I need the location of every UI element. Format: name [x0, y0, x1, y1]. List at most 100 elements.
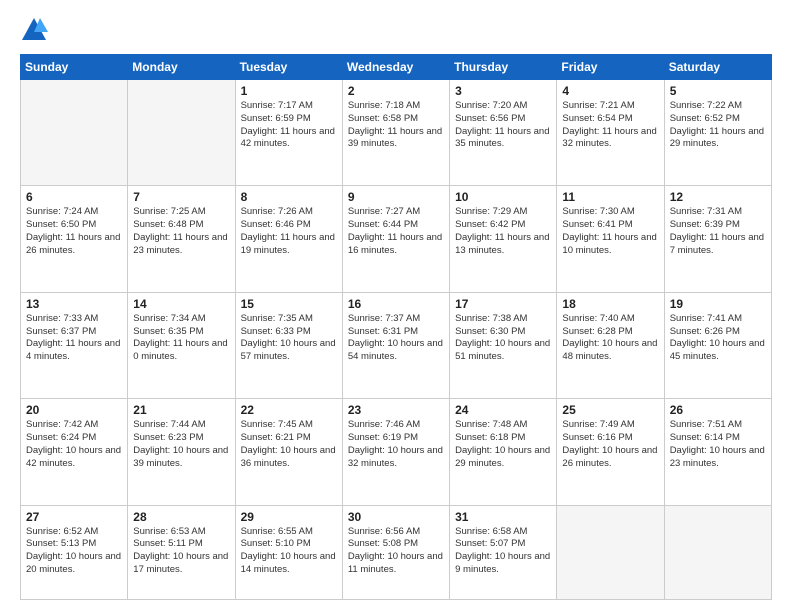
- cell-content: Sunrise: 7:51 AM Sunset: 6:14 PM Dayligh…: [670, 419, 766, 470]
- day-number: 7: [133, 190, 229, 204]
- calendar-cell: 16Sunrise: 7:37 AM Sunset: 6:31 PM Dayli…: [342, 292, 449, 398]
- cell-content: Sunrise: 7:35 AM Sunset: 6:33 PM Dayligh…: [241, 313, 337, 364]
- calendar-cell: 8 Sunrise: 7:26 AM Sunset: 6:46 PM Daylig…: [235, 186, 342, 292]
- day-number: 16: [348, 297, 444, 311]
- logo-icon: [20, 16, 48, 44]
- calendar-cell: 10 Sunrise: 7:29 AM Sunset: 6:42 PM Dayli…: [450, 186, 557, 292]
- calendar-cell: [21, 80, 128, 186]
- calendar-cell: [557, 505, 664, 599]
- calendar-week-1: 1 Sunrise: 7:17 AM Sunset: 6:59 PM Daylig…: [21, 80, 772, 186]
- header-cell-wednesday: Wednesday: [342, 55, 449, 80]
- calendar-cell: 24Sunrise: 7:48 AM Sunset: 6:18 PM Dayli…: [450, 399, 557, 505]
- cell-content: Sunrise: 7:27 AM Sunset: 6:44 PM Dayligh…: [348, 206, 444, 257]
- calendar-cell: 19 Sunrise: 7:41 AM Sunset: 6:26 PM Dayli…: [664, 292, 771, 398]
- calendar-cell: 17Sunrise: 7:38 AM Sunset: 6:30 PM Dayli…: [450, 292, 557, 398]
- cell-content: Sunrise: 7:42 AM Sunset: 6:24 PM Dayligh…: [26, 419, 122, 470]
- day-number: 18: [562, 297, 658, 311]
- calendar-week-3: 13 Sunrise: 7:33 AM Sunset: 6:37 PM Dayli…: [21, 292, 772, 398]
- day-number: 14: [133, 297, 229, 311]
- cell-content: Sunrise: 7:49 AM Sunset: 6:16 PM Dayligh…: [562, 419, 658, 470]
- cell-content: Sunrise: 6:55 AM Sunset: 5:10 PM Dayligh…: [241, 526, 337, 577]
- day-number: 10: [455, 190, 551, 204]
- cell-content: Sunrise: 7:31 AM Sunset: 6:39 PM Dayligh…: [670, 206, 766, 257]
- calendar-cell: 15 Sunrise: 7:35 AM Sunset: 6:33 PM Dayli…: [235, 292, 342, 398]
- calendar-cell: 21 Sunrise: 7:44 AM Sunset: 6:23 PM Dayli…: [128, 399, 235, 505]
- calendar-cell: 13 Sunrise: 7:33 AM Sunset: 6:37 PM Dayli…: [21, 292, 128, 398]
- day-number: 9: [348, 190, 444, 204]
- cell-content: Sunrise: 7:38 AM Sunset: 6:30 PM Dayligh…: [455, 313, 551, 364]
- calendar-cell: 18 Sunrise: 7:40 AM Sunset: 6:28 PM Dayli…: [557, 292, 664, 398]
- calendar-week-4: 20 Sunrise: 7:42 AM Sunset: 6:24 PM Dayli…: [21, 399, 772, 505]
- day-number: 22: [241, 403, 337, 417]
- day-number: 27: [26, 510, 122, 524]
- cell-content: Sunrise: 7:45 AM Sunset: 6:21 PM Dayligh…: [241, 419, 337, 470]
- cell-content: Sunrise: 6:56 AM Sunset: 5:08 PM Dayligh…: [348, 526, 444, 577]
- day-number: 2: [348, 84, 444, 98]
- day-number: 15: [241, 297, 337, 311]
- calendar-header: SundayMondayTuesdayWednesdayThursdayFrid…: [21, 55, 772, 80]
- calendar-cell: 14Sunrise: 7:34 AM Sunset: 6:35 PM Dayli…: [128, 292, 235, 398]
- day-number: 24: [455, 403, 551, 417]
- day-number: 31: [455, 510, 551, 524]
- day-number: 26: [670, 403, 766, 417]
- cell-content: Sunrise: 6:58 AM Sunset: 5:07 PM Dayligh…: [455, 526, 551, 577]
- day-number: 3: [455, 84, 551, 98]
- calendar-cell: 22 Sunrise: 7:45 AM Sunset: 6:21 PM Dayli…: [235, 399, 342, 505]
- calendar-cell: 4Sunrise: 7:21 AM Sunset: 6:54 PM Daylig…: [557, 80, 664, 186]
- page: SundayMondayTuesdayWednesdayThursdayFrid…: [0, 0, 792, 612]
- cell-content: Sunrise: 6:52 AM Sunset: 5:13 PM Dayligh…: [26, 526, 122, 577]
- header: [20, 16, 772, 44]
- header-cell-thursday: Thursday: [450, 55, 557, 80]
- calendar-cell: 25 Sunrise: 7:49 AM Sunset: 6:16 PM Dayli…: [557, 399, 664, 505]
- cell-content: Sunrise: 7:25 AM Sunset: 6:48 PM Dayligh…: [133, 206, 229, 257]
- calendar-cell: 26 Sunrise: 7:51 AM Sunset: 6:14 PM Dayli…: [664, 399, 771, 505]
- calendar-cell: 1 Sunrise: 7:17 AM Sunset: 6:59 PM Daylig…: [235, 80, 342, 186]
- cell-content: Sunrise: 7:17 AM Sunset: 6:59 PM Dayligh…: [241, 100, 337, 151]
- day-number: 29: [241, 510, 337, 524]
- header-cell-monday: Monday: [128, 55, 235, 80]
- day-number: 19: [670, 297, 766, 311]
- cell-content: Sunrise: 7:26 AM Sunset: 6:46 PM Dayligh…: [241, 206, 337, 257]
- day-number: 12: [670, 190, 766, 204]
- calendar-cell: 11 Sunrise: 7:30 AM Sunset: 6:41 PM Dayli…: [557, 186, 664, 292]
- calendar-body: 1 Sunrise: 7:17 AM Sunset: 6:59 PM Daylig…: [21, 80, 772, 600]
- day-number: 4: [562, 84, 658, 98]
- cell-content: Sunrise: 7:20 AM Sunset: 6:56 PM Dayligh…: [455, 100, 551, 151]
- header-cell-saturday: Saturday: [664, 55, 771, 80]
- header-cell-tuesday: Tuesday: [235, 55, 342, 80]
- calendar-cell: 5Sunrise: 7:22 AM Sunset: 6:52 PM Daylig…: [664, 80, 771, 186]
- calendar-week-2: 6Sunrise: 7:24 AM Sunset: 6:50 PM Daylig…: [21, 186, 772, 292]
- cell-content: Sunrise: 7:41 AM Sunset: 6:26 PM Dayligh…: [670, 313, 766, 364]
- cell-content: Sunrise: 7:18 AM Sunset: 6:58 PM Dayligh…: [348, 100, 444, 151]
- day-number: 6: [26, 190, 122, 204]
- cell-content: Sunrise: 7:29 AM Sunset: 6:42 PM Dayligh…: [455, 206, 551, 257]
- calendar-cell: 2 Sunrise: 7:18 AM Sunset: 6:58 PM Daylig…: [342, 80, 449, 186]
- calendar-table: SundayMondayTuesdayWednesdayThursdayFrid…: [20, 54, 772, 600]
- cell-content: Sunrise: 7:30 AM Sunset: 6:41 PM Dayligh…: [562, 206, 658, 257]
- cell-content: Sunrise: 7:44 AM Sunset: 6:23 PM Dayligh…: [133, 419, 229, 470]
- day-number: 1: [241, 84, 337, 98]
- calendar-cell: 12 Sunrise: 7:31 AM Sunset: 6:39 PM Dayli…: [664, 186, 771, 292]
- calendar-cell: 23Sunrise: 7:46 AM Sunset: 6:19 PM Dayli…: [342, 399, 449, 505]
- day-number: 5: [670, 84, 766, 98]
- calendar-cell: 27 Sunrise: 6:52 AM Sunset: 5:13 PM Dayli…: [21, 505, 128, 599]
- header-row: SundayMondayTuesdayWednesdayThursdayFrid…: [21, 55, 772, 80]
- day-number: 8: [241, 190, 337, 204]
- header-cell-sunday: Sunday: [21, 55, 128, 80]
- day-number: 21: [133, 403, 229, 417]
- cell-content: Sunrise: 7:40 AM Sunset: 6:28 PM Dayligh…: [562, 313, 658, 364]
- day-number: 23: [348, 403, 444, 417]
- day-number: 20: [26, 403, 122, 417]
- calendar-cell: 6Sunrise: 7:24 AM Sunset: 6:50 PM Daylig…: [21, 186, 128, 292]
- day-number: 30: [348, 510, 444, 524]
- calendar-cell: 30 Sunrise: 6:56 AM Sunset: 5:08 PM Dayli…: [342, 505, 449, 599]
- calendar-cell: [128, 80, 235, 186]
- day-number: 13: [26, 297, 122, 311]
- calendar-cell: [664, 505, 771, 599]
- calendar-cell: 28Sunrise: 6:53 AM Sunset: 5:11 PM Dayli…: [128, 505, 235, 599]
- day-number: 25: [562, 403, 658, 417]
- day-number: 28: [133, 510, 229, 524]
- cell-content: Sunrise: 7:33 AM Sunset: 6:37 PM Dayligh…: [26, 313, 122, 364]
- day-number: 11: [562, 190, 658, 204]
- calendar-cell: 29 Sunrise: 6:55 AM Sunset: 5:10 PM Dayli…: [235, 505, 342, 599]
